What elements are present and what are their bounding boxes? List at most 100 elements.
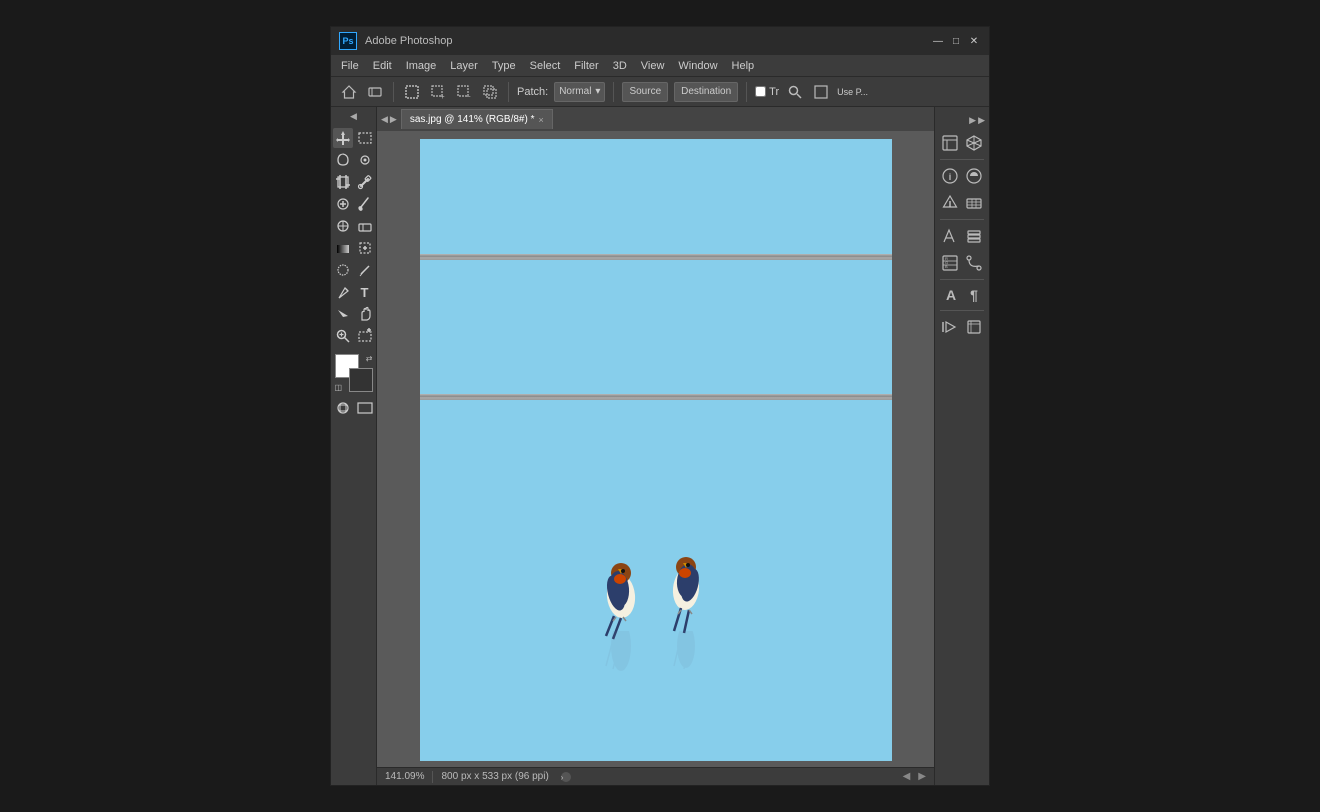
tab-collapse-arrows: ◀ ▶ — [377, 114, 401, 125]
screen-mode-icon[interactable] — [355, 398, 375, 418]
blur-tool[interactable] — [333, 260, 353, 280]
history-icon[interactable] — [963, 316, 985, 338]
adjustments-icon[interactable] — [963, 165, 985, 187]
zoom-level: 141.09% — [385, 771, 424, 782]
hand-tool[interactable] — [355, 304, 375, 324]
tool-row-9 — [331, 304, 376, 324]
scroll-right-icon[interactable]: ▶ — [918, 771, 926, 782]
channels-icon[interactable]: RGB — [939, 252, 961, 274]
photoshop-window: Ps Adobe Photoshop — □ ✕ File Edit Image… — [330, 26, 990, 786]
wire-middle — [420, 394, 892, 400]
tool-preset-icon[interactable] — [365, 82, 385, 102]
move-tool[interactable] — [333, 128, 353, 148]
panel-collapse-right-2[interactable]: ▶ — [978, 115, 985, 126]
type-a-icon[interactable]: A — [940, 285, 962, 305]
styles-icon[interactable] — [939, 225, 961, 247]
tab-collapse-right[interactable]: ▶ — [390, 114, 397, 125]
color-swatches[interactable]: ⇄ ◫ — [335, 354, 373, 392]
patch-intersect-icon[interactable] — [480, 82, 500, 102]
destination-button[interactable]: Destination — [674, 82, 738, 102]
background-color[interactable] — [349, 368, 373, 392]
panel-divider-2 — [940, 219, 983, 220]
maximize-button[interactable]: □ — [949, 34, 963, 48]
content-aware-move-tool[interactable] — [355, 238, 375, 258]
info-icon[interactable]: i — [939, 165, 961, 187]
use-pattern-icon[interactable] — [811, 82, 831, 102]
title-bar-controls[interactable]: — □ ✕ — [931, 34, 981, 48]
collapse-left-arrow[interactable]: ◀ — [350, 111, 357, 122]
extensions-icon[interactable] — [963, 132, 985, 154]
menu-filter[interactable]: Filter — [568, 58, 604, 74]
panel-top-controls: ▶ ▶ — [935, 111, 989, 129]
menu-help[interactable]: Help — [726, 58, 761, 74]
menu-image[interactable]: Image — [400, 58, 443, 74]
menu-view[interactable]: View — [635, 58, 671, 74]
patch-rect-icon[interactable] — [402, 82, 422, 102]
brush-tool[interactable] — [355, 194, 375, 214]
patch-label: Patch: — [517, 86, 548, 98]
swatches-icon[interactable] — [963, 192, 985, 214]
paths-icon[interactable] — [963, 252, 985, 274]
lasso-tool[interactable] — [333, 150, 353, 170]
quick-mask-icon[interactable] — [333, 398, 353, 418]
magic-wand-tool[interactable] — [355, 150, 375, 170]
libraries-icon[interactable] — [939, 132, 961, 154]
default-colors-icon[interactable]: ◫ — [335, 383, 343, 392]
panel-group-6: A ¶ — [935, 283, 989, 307]
patch-add-icon[interactable]: + — [428, 82, 448, 102]
color-icon[interactable] — [939, 192, 961, 214]
search-icon[interactable] — [785, 82, 805, 102]
home-icon[interactable] — [339, 82, 359, 102]
healing-brush-tool[interactable] — [333, 194, 353, 214]
minimize-button[interactable]: — — [931, 34, 945, 48]
menu-select[interactable]: Select — [524, 58, 567, 74]
actions-icon[interactable] — [939, 316, 961, 338]
tool-row-3 — [331, 172, 376, 192]
panel-group-4 — [935, 223, 989, 249]
menu-file[interactable]: File — [335, 58, 365, 74]
arrow-icon: › — [561, 773, 564, 782]
status-separator — [432, 771, 433, 783]
status-arrow[interactable]: › — [561, 772, 571, 782]
clone-stamp-tool[interactable] — [333, 216, 353, 236]
source-button[interactable]: Source — [622, 82, 668, 102]
gradient-tool[interactable] — [333, 238, 353, 258]
paragraph-icon[interactable]: ¶ — [964, 285, 984, 305]
panel-collapse-right[interactable]: ▶ — [969, 115, 976, 126]
menu-3d[interactable]: 3D — [607, 58, 633, 74]
menu-layer[interactable]: Layer — [444, 58, 484, 74]
crop-tool[interactable] — [333, 172, 353, 192]
menu-window[interactable]: Window — [672, 58, 723, 74]
eraser-tool[interactable] — [355, 216, 375, 236]
menu-type[interactable]: Type — [486, 58, 522, 74]
close-button[interactable]: ✕ — [967, 34, 981, 48]
status-bar-right: ◀ ▶ — [903, 771, 926, 782]
zoom-tool[interactable] — [333, 326, 353, 346]
panel-group-3 — [935, 190, 989, 216]
canvas-tab-main[interactable]: sas.jpg @ 141% (RGB/8#) * × — [401, 109, 553, 129]
transparent-checkbox[interactable] — [755, 86, 766, 97]
patch-mode-dropdown[interactable]: Normal ▾ — [554, 82, 605, 102]
pen-tool[interactable] — [333, 282, 353, 302]
smudge-tool[interactable] — [355, 260, 375, 280]
transparent-option[interactable]: Tr — [755, 86, 779, 98]
title-bar: Ps Adobe Photoshop — □ ✕ — [331, 27, 989, 55]
swap-colors-icon[interactable]: ⇄ — [366, 354, 373, 363]
canvas-container[interactable] — [377, 131, 934, 767]
quick-selection-tool[interactable] — [355, 326, 375, 346]
separator-2 — [508, 82, 509, 102]
menu-edit[interactable]: Edit — [367, 58, 398, 74]
tab-close-button[interactable]: × — [539, 115, 544, 125]
layers-icon[interactable] — [963, 225, 985, 247]
tab-collapse-left[interactable]: ◀ — [381, 114, 388, 125]
eyedropper-tool[interactable] — [355, 172, 375, 192]
separator-1 — [393, 82, 394, 102]
scroll-left-icon[interactable]: ◀ — [903, 771, 911, 782]
path-selection-tool[interactable] — [333, 304, 353, 324]
patch-subtract-icon[interactable]: − — [454, 82, 474, 102]
tool-row-2 — [331, 150, 376, 170]
left-toolbar: ◀ — [331, 107, 377, 785]
marquee-tool[interactable] — [355, 128, 375, 148]
tool-row-7 — [331, 260, 376, 280]
text-tool[interactable]: T — [355, 282, 375, 302]
